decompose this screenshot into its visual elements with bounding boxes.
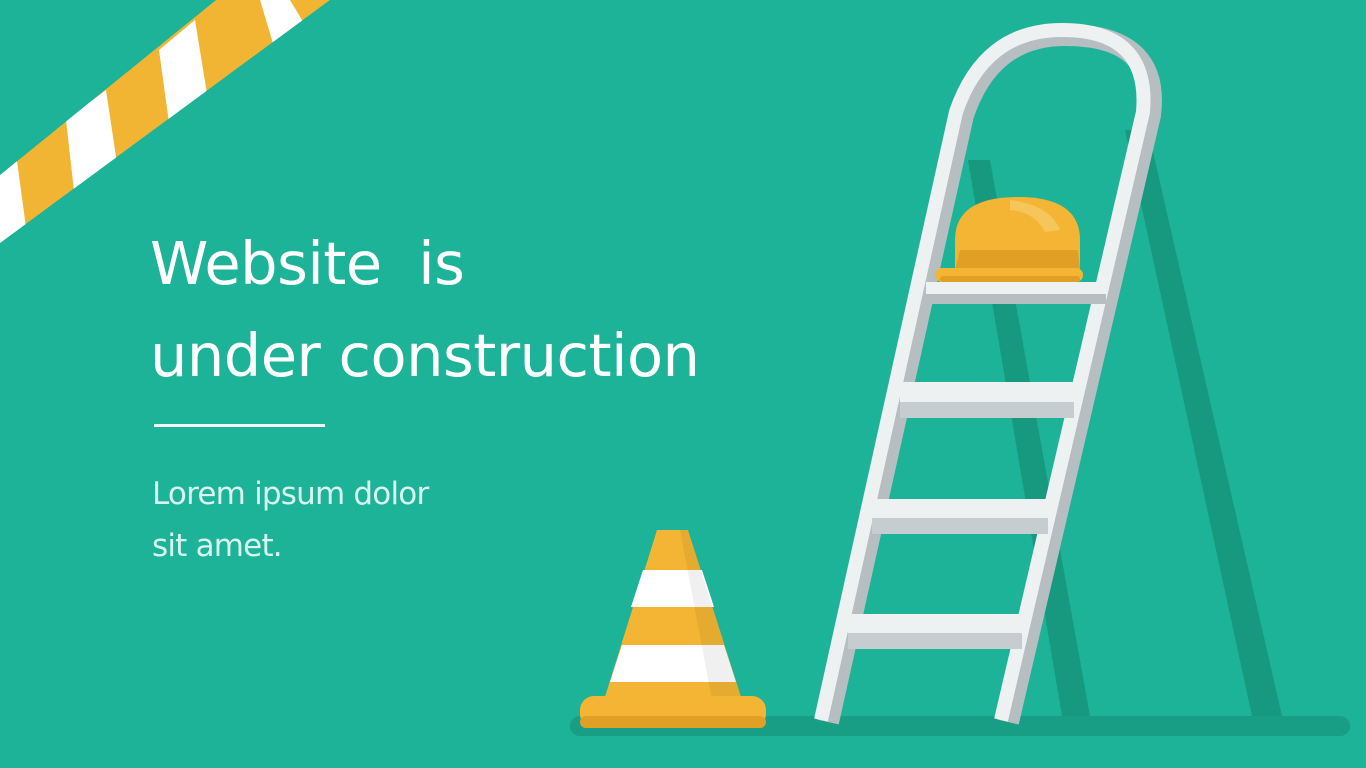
page-title-line-2: under construction	[150, 321, 700, 390]
page-title: Website is under construction	[150, 218, 700, 402]
step-ladder-icon	[814, 23, 1162, 725]
traffic-cone-icon	[580, 530, 766, 728]
page-subtitle: Lorem ipsum dolor sit amet.	[152, 468, 429, 572]
hard-hat-icon	[935, 197, 1083, 282]
under-construction-page: Website is under construction Lorem ipsu…	[0, 0, 1366, 768]
page-title-line-1: Website is	[150, 229, 465, 298]
page-subtitle-line-1: Lorem ipsum dolor	[152, 476, 429, 512]
caution-tape-icon	[0, 0, 330, 243]
page-subtitle-line-2: sit amet.	[152, 528, 283, 564]
title-divider	[154, 424, 325, 427]
